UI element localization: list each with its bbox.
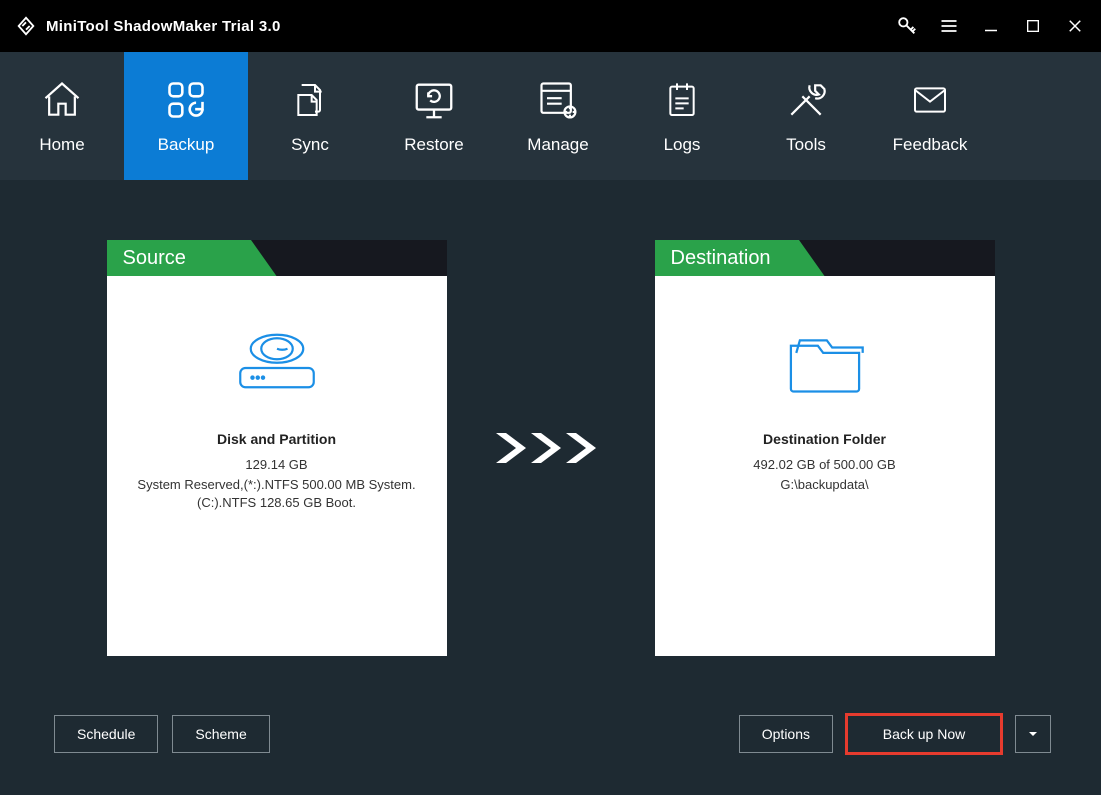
tab-label: Logs xyxy=(664,135,701,155)
options-button[interactable]: Options xyxy=(739,715,833,753)
bottom-toolbar: Schedule Scheme Options Back up Now xyxy=(54,715,1051,753)
tab-backup[interactable]: Backup xyxy=(124,52,248,180)
source-size: 129.14 GB xyxy=(245,457,307,472)
backup-now-dropdown[interactable] xyxy=(1015,715,1051,753)
chevron-down-icon xyxy=(1027,728,1039,740)
source-card-header: Source xyxy=(107,240,447,276)
tab-tools[interactable]: Tools xyxy=(744,52,868,180)
close-button[interactable] xyxy=(1063,14,1087,38)
tab-label: Backup xyxy=(158,135,215,155)
source-card[interactable]: Source Disk and Partition 129.14 GB xyxy=(107,240,447,656)
tools-icon xyxy=(784,77,828,123)
home-icon xyxy=(40,77,84,123)
destination-title: Destination Folder xyxy=(763,431,886,447)
destination-size: 492.02 GB of 500.00 GB xyxy=(753,457,895,472)
restore-icon xyxy=(411,77,457,123)
tab-logs[interactable]: Logs xyxy=(620,52,744,180)
feedback-icon xyxy=(908,77,952,123)
tab-label: Tools xyxy=(786,135,826,155)
content-area: Source Disk and Partition 129.14 GB xyxy=(0,180,1101,795)
app-logo-icon xyxy=(14,14,38,38)
maximize-button[interactable] xyxy=(1021,14,1045,38)
menu-icon[interactable] xyxy=(937,14,961,38)
transfer-arrows-icon xyxy=(491,423,611,473)
scheme-button[interactable]: Scheme xyxy=(172,715,269,753)
tab-label: Feedback xyxy=(893,135,968,155)
source-detail-2: (C:).NTFS 128.65 GB Boot. xyxy=(197,494,356,512)
destination-header-label: Destination xyxy=(655,240,825,276)
destination-card-header: Destination xyxy=(655,240,995,276)
app-title: MiniTool ShadowMaker Trial 3.0 xyxy=(46,18,281,35)
tab-label: Home xyxy=(39,135,84,155)
source-title: Disk and Partition xyxy=(217,431,336,447)
source-header-label: Source xyxy=(107,240,277,276)
folder-icon xyxy=(779,326,871,401)
schedule-button[interactable]: Schedule xyxy=(54,715,158,753)
minimize-button[interactable] xyxy=(979,14,1003,38)
tab-home[interactable]: Home xyxy=(0,52,124,180)
titlebar: MiniTool ShadowMaker Trial 3.0 xyxy=(0,0,1101,52)
tab-restore[interactable]: Restore xyxy=(372,52,496,180)
logs-icon xyxy=(662,77,702,123)
main-nav: Home Backup Sync Restore xyxy=(0,52,1101,180)
backup-icon xyxy=(164,77,208,123)
tab-feedback[interactable]: Feedback xyxy=(868,52,992,180)
sync-icon xyxy=(290,77,330,123)
tab-sync[interactable]: Sync xyxy=(248,52,372,180)
backup-now-button[interactable]: Back up Now xyxy=(847,715,1001,753)
tab-label: Restore xyxy=(404,135,464,155)
destination-card[interactable]: Destination Destination Folder 492.02 GB… xyxy=(655,240,995,656)
source-detail-1: System Reserved,(*:).NTFS 500.00 MB Syst… xyxy=(137,476,415,494)
destination-path: G:\backupdata\ xyxy=(780,476,868,494)
tab-label: Manage xyxy=(527,135,588,155)
tab-label: Sync xyxy=(291,135,329,155)
key-icon[interactable] xyxy=(895,14,919,38)
tab-manage[interactable]: Manage xyxy=(496,52,620,180)
manage-icon xyxy=(536,77,580,123)
disk-icon xyxy=(233,326,321,401)
